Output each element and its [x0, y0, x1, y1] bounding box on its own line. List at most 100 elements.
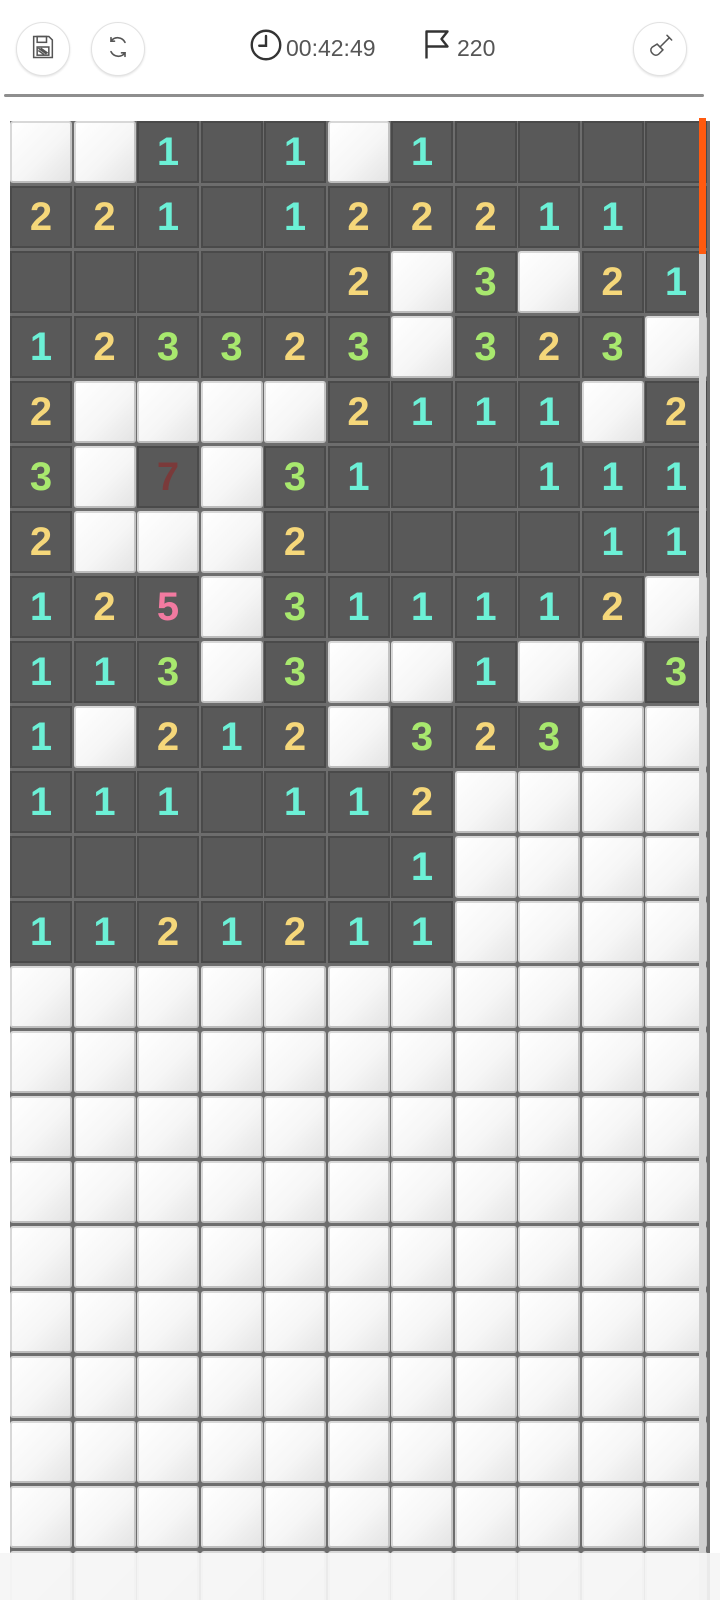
open-cell[interactable]: [391, 446, 453, 508]
number-cell[interactable]: 1: [10, 576, 72, 638]
number-cell[interactable]: 3: [137, 316, 199, 378]
closed-cell[interactable]: [454, 966, 517, 1028]
number-cell[interactable]: 2: [10, 186, 72, 248]
closed-cell[interactable]: [581, 641, 644, 703]
number-cell[interactable]: 1: [10, 771, 72, 833]
scrollbar-track[interactable]: [699, 118, 706, 1600]
open-cell[interactable]: [137, 251, 199, 313]
closed-cell[interactable]: [454, 1031, 517, 1093]
closed-cell[interactable]: [10, 1161, 72, 1223]
number-cell[interactable]: 1: [10, 316, 72, 378]
closed-cell[interactable]: [264, 1226, 326, 1288]
number-cell[interactable]: 1: [327, 901, 390, 963]
dig-mode-button[interactable]: [633, 22, 687, 76]
closed-cell[interactable]: [581, 1356, 644, 1418]
number-cell[interactable]: 2: [10, 511, 72, 573]
closed-cell[interactable]: [10, 1421, 72, 1483]
restart-button[interactable]: [91, 22, 145, 76]
closed-cell[interactable]: [200, 1031, 263, 1093]
open-cell[interactable]: [581, 121, 644, 183]
number-cell[interactable]: 1: [137, 771, 199, 833]
closed-cell[interactable]: [454, 836, 517, 898]
number-cell[interactable]: 1: [73, 771, 136, 833]
closed-cell[interactable]: [645, 1421, 707, 1483]
closed-cell[interactable]: [264, 381, 326, 443]
number-cell[interactable]: 1: [327, 771, 390, 833]
number-cell[interactable]: 2: [264, 511, 326, 573]
number-cell[interactable]: 1: [645, 511, 707, 573]
closed-cell[interactable]: [391, 641, 453, 703]
open-cell[interactable]: [518, 121, 580, 183]
closed-cell[interactable]: [518, 1161, 580, 1223]
open-cell[interactable]: [454, 121, 517, 183]
number-cell[interactable]: 2: [454, 186, 517, 248]
closed-cell[interactable]: [73, 1291, 136, 1353]
number-cell[interactable]: 1: [264, 121, 326, 183]
closed-cell[interactable]: [645, 1291, 707, 1353]
closed-cell[interactable]: [200, 576, 263, 638]
closed-cell[interactable]: [581, 836, 644, 898]
closed-cell[interactable]: [200, 641, 263, 703]
closed-cell[interactable]: [327, 1161, 390, 1223]
number-cell[interactable]: 1: [391, 121, 453, 183]
closed-cell[interactable]: [10, 1486, 72, 1548]
number-cell[interactable]: 1: [200, 901, 263, 963]
number-cell[interactable]: 1: [391, 836, 453, 898]
number-cell[interactable]: 3: [327, 316, 390, 378]
closed-cell[interactable]: [391, 1421, 453, 1483]
closed-cell[interactable]: [581, 1096, 644, 1158]
closed-cell[interactable]: [454, 771, 517, 833]
closed-cell[interactable]: [518, 1356, 580, 1418]
number-cell[interactable]: 3: [264, 576, 326, 638]
closed-cell[interactable]: [645, 966, 707, 1028]
number-cell[interactable]: 2: [518, 316, 580, 378]
number-cell[interactable]: 3: [264, 641, 326, 703]
number-cell[interactable]: 1: [581, 186, 644, 248]
closed-cell[interactable]: [73, 511, 136, 573]
closed-cell[interactable]: [327, 1226, 390, 1288]
closed-cell[interactable]: [581, 1421, 644, 1483]
number-cell[interactable]: 2: [581, 251, 644, 313]
open-cell[interactable]: [645, 121, 707, 183]
number-cell[interactable]: 1: [518, 576, 580, 638]
number-cell[interactable]: 1: [391, 381, 453, 443]
open-cell[interactable]: [200, 186, 263, 248]
closed-cell[interactable]: [327, 706, 390, 768]
closed-cell[interactable]: [454, 1421, 517, 1483]
number-cell[interactable]: 2: [581, 576, 644, 638]
number-cell[interactable]: 2: [73, 316, 136, 378]
closed-cell[interactable]: [581, 1291, 644, 1353]
closed-cell[interactable]: [645, 901, 707, 963]
number-cell[interactable]: 1: [391, 576, 453, 638]
closed-cell[interactable]: [73, 1226, 136, 1288]
closed-cell[interactable]: [10, 1226, 72, 1288]
number-cell[interactable]: 3: [645, 641, 707, 703]
closed-cell[interactable]: [391, 1291, 453, 1353]
closed-cell[interactable]: [518, 836, 580, 898]
number-cell[interactable]: 1: [454, 641, 517, 703]
closed-cell[interactable]: [73, 1161, 136, 1223]
closed-cell[interactable]: [454, 901, 517, 963]
closed-cell[interactable]: [391, 251, 453, 313]
closed-cell[interactable]: [518, 771, 580, 833]
closed-cell[interactable]: [391, 1031, 453, 1093]
open-cell[interactable]: [264, 836, 326, 898]
number-cell[interactable]: 1: [200, 706, 263, 768]
closed-cell[interactable]: [327, 121, 390, 183]
closed-cell[interactable]: [137, 966, 199, 1028]
open-cell[interactable]: [454, 446, 517, 508]
closed-cell[interactable]: [391, 1161, 453, 1223]
number-cell[interactable]: 3: [454, 316, 517, 378]
closed-cell[interactable]: [454, 1291, 517, 1353]
closed-cell[interactable]: [327, 1096, 390, 1158]
open-cell[interactable]: [264, 251, 326, 313]
closed-cell[interactable]: [137, 1096, 199, 1158]
closed-cell[interactable]: [581, 1486, 644, 1548]
open-cell[interactable]: [200, 836, 263, 898]
open-cell[interactable]: [200, 251, 263, 313]
closed-cell[interactable]: [645, 1486, 707, 1548]
number-cell[interactable]: 2: [645, 381, 707, 443]
number-cell[interactable]: 5: [137, 576, 199, 638]
number-cell[interactable]: 1: [581, 511, 644, 573]
closed-cell[interactable]: [200, 1096, 263, 1158]
